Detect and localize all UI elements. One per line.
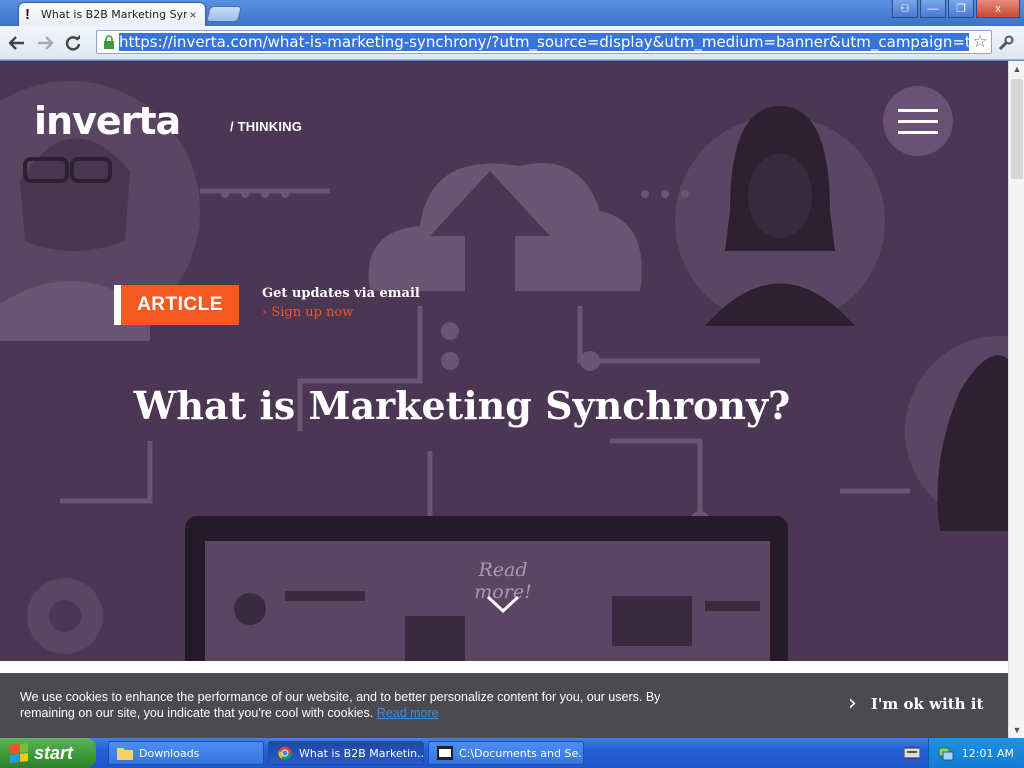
sign-up-link[interactable]: › Sign up now <box>262 305 420 320</box>
taskbar: start Downloads What is B2B Marketin... … <box>0 738 1024 768</box>
browser-toolbar: https://inverta.com/what-is-marketing-sy… <box>0 26 1024 60</box>
url-text[interactable]: https://inverta.com/what-is-marketing-sy… <box>119 33 969 51</box>
window-controls: ⚇ — ❐ x <box>892 0 1020 18</box>
taskbar-item-downloads[interactable]: Downloads <box>108 741 264 765</box>
scroll-down-icon[interactable]: ▼ <box>1009 722 1024 738</box>
warning-icon: ! <box>25 6 30 23</box>
scroll-thumb[interactable] <box>1011 79 1023 179</box>
cookie-read-more-link[interactable]: Read more <box>377 706 439 720</box>
breadcrumb[interactable]: / THINKING <box>230 119 302 134</box>
forward-arrow-icon[interactable] <box>34 32 56 54</box>
windows-logo-icon <box>10 743 28 763</box>
folder-icon <box>117 748 133 760</box>
close-window-button[interactable]: x <box>976 0 1020 18</box>
taskbar-item-browser[interactable]: What is B2B Marketin... <box>268 741 424 765</box>
address-bar[interactable]: https://inverta.com/what-is-marketing-sy… <box>96 30 992 54</box>
page-title: What is Marketing Synchrony? <box>133 383 791 428</box>
cookie-accept-button[interactable]: › I'm ok with it <box>848 691 983 716</box>
email-updates: Get updates via email › Sign up now <box>262 286 420 320</box>
back-arrow-icon[interactable] <box>6 32 28 54</box>
hamburger-menu-icon[interactable] <box>883 86 953 156</box>
article-badge: ARTICLE <box>114 285 239 325</box>
start-label: start <box>34 742 74 763</box>
chevron-down-icon[interactable] <box>486 593 520 615</box>
start-button[interactable]: start <box>0 738 96 768</box>
clock[interactable]: 12:01 AM <box>962 747 1014 760</box>
taskbar-item-7zip[interactable]: C:\Documents and Se... <box>428 741 584 765</box>
minimize-button[interactable]: — <box>920 0 946 18</box>
wrench-menu-icon[interactable] <box>998 35 1014 56</box>
chevron-right-icon: › <box>848 691 857 716</box>
network-icon[interactable] <box>938 745 954 761</box>
inverta-logo[interactable]: inverta <box>34 99 181 143</box>
reload-icon[interactable] <box>62 32 84 54</box>
bookmark-star-icon[interactable]: ☆ <box>969 32 991 52</box>
restore-button[interactable]: ❐ <box>948 0 974 18</box>
page-scrollbar[interactable]: ▲ ▼ <box>1008 61 1024 738</box>
browser-tab[interactable]: ! What is B2B Marketing Synch × <box>18 2 206 26</box>
chrome-icon <box>278 746 292 760</box>
new-tab-button[interactable] <box>205 6 243 22</box>
web-page: inverta / THINKING ARTICLE Get updates v… <box>0 61 1008 738</box>
scroll-up-icon[interactable]: ▲ <box>1009 61 1024 77</box>
keyboard-icon[interactable] <box>904 746 920 760</box>
lock-icon <box>99 32 119 52</box>
browser-tab-strip: ! What is B2B Marketing Synch × ⚇ — ❐ x <box>0 0 1024 26</box>
cookie-message: We use cookies to enhance the performanc… <box>20 690 661 720</box>
hero-section: inverta / THINKING ARTICLE Get updates v… <box>0 61 1008 661</box>
tab-title: What is B2B Marketing Synch <box>41 8 187 21</box>
user-icon[interactable]: ⚇ <box>892 0 918 18</box>
archive-icon <box>437 746 453 760</box>
cookie-bar: We use cookies to enhance the performanc… <box>0 673 1008 738</box>
updates-title: Get updates via email <box>262 286 420 301</box>
cookie-accept-label: I'm ok with it <box>870 694 984 713</box>
tab-close-icon[interactable]: × <box>187 8 199 22</box>
system-tray: 12:01 AM <box>928 738 1024 768</box>
